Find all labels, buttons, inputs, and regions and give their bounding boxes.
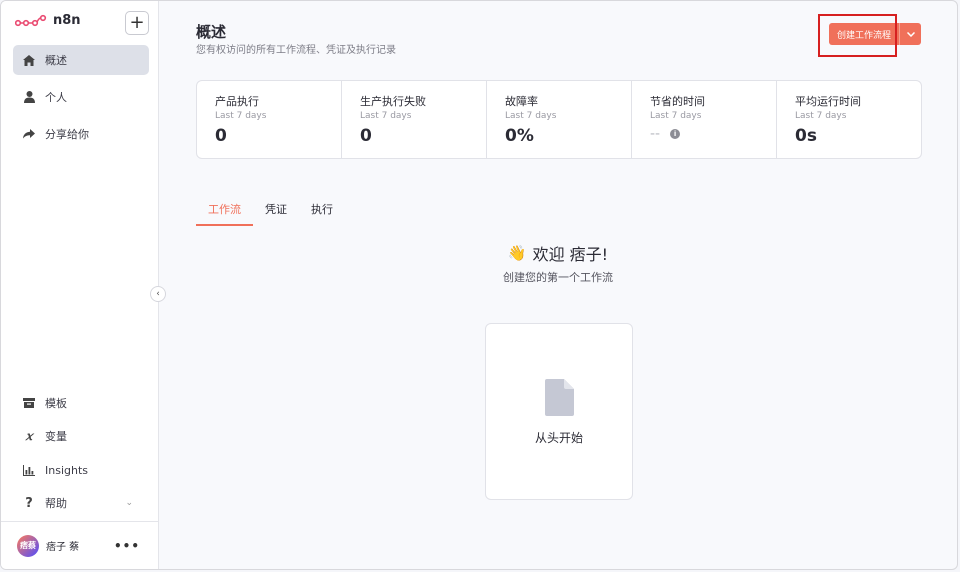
welcome-subtitle: 创建您的第一个工作流 <box>503 271 613 284</box>
create-dropdown-button[interactable] <box>899 23 921 45</box>
app-window: n8n + 概述 个人 分享给你 模板 𝑥 变量 Insights ? 帮助 ⌄… <box>0 0 958 570</box>
sidebar-item-label: 个人 <box>45 91 67 104</box>
user-icon <box>23 91 35 103</box>
app-name: n8n <box>53 13 81 28</box>
sidebar-item-label: 帮助 <box>45 497 67 510</box>
sidebar-item-overview[interactable]: 概述 <box>13 45 149 75</box>
sidebar-item-insights[interactable]: Insights <box>13 456 149 484</box>
stat-value-text: 0s <box>795 126 817 146</box>
sidebar-item-label: 概述 <box>45 54 67 67</box>
stats-panel: 产品执行 Last 7 days 0 生产执行失败 Last 7 days 0 … <box>196 80 922 159</box>
collapse-sidebar-button[interactable]: ‹ <box>150 286 166 302</box>
stat-production-executions[interactable]: 产品执行 Last 7 days 0 <box>197 81 342 158</box>
sidebar-item-label: 分享给你 <box>45 128 89 141</box>
welcome-text: 欢迎 痞子! <box>532 245 609 264</box>
tabs: 工作流 凭证 执行 <box>196 197 345 226</box>
stat-value: 0 <box>215 126 341 146</box>
tab-credentials[interactable]: 凭证 <box>253 197 299 226</box>
stat-period: Last 7 days <box>650 111 702 121</box>
stat-value: -- i <box>650 126 776 142</box>
user-name: 痞子 蔡 <box>46 542 80 553</box>
avatar: 痞蔡 <box>17 534 39 557</box>
sidebar: n8n + 概述 个人 分享给你 模板 𝑥 变量 Insights ? 帮助 ⌄… <box>1 1 159 569</box>
stat-value: 0s <box>795 126 921 146</box>
info-icon[interactable]: i <box>670 129 681 139</box>
card-label: 从头开始 <box>534 431 583 445</box>
sidebar-item-personal[interactable]: 个人 <box>13 82 149 112</box>
highlight-box <box>818 14 897 57</box>
main-content: 概述 您有权访问的所有工作流程、凭证及执行记录 创建工作流程 产品执行 Last… <box>159 1 957 569</box>
stat-average-runtime[interactable]: 平均运行时间 Last 7 days 0s <box>777 81 921 158</box>
add-button[interactable]: + <box>125 11 149 35</box>
start-from-scratch-card[interactable]: 从头开始 <box>485 323 633 500</box>
logo[interactable]: n8n <box>15 13 81 28</box>
user-menu[interactable]: 痞蔡 痞子 蔡 ••• <box>1 521 158 569</box>
sidebar-item-templates[interactable]: 模板 <box>13 389 149 417</box>
page-title: 概述 <box>196 23 227 41</box>
stat-value-text: 0 <box>360 126 372 146</box>
stat-label: 产品执行 <box>215 95 259 108</box>
stat-period: Last 7 days <box>360 111 412 121</box>
sidebar-item-variables[interactable]: 𝑥 变量 <box>13 422 149 450</box>
sidebar-item-label: 变量 <box>45 430 67 443</box>
chart-icon <box>23 464 35 476</box>
waving-hand-icon: 👋 <box>507 244 527 262</box>
stat-value-text: 0% <box>505 126 534 146</box>
stat-value-text: 0 <box>215 126 227 146</box>
home-icon <box>23 54 35 66</box>
chevron-down-icon <box>906 31 915 37</box>
stat-time-saved[interactable]: 节省的时间 Last 7 days -- i <box>632 81 777 158</box>
chevron-down-icon[interactable]: ⌄ <box>125 498 133 508</box>
stat-label: 平均运行时间 <box>795 95 861 108</box>
question-icon: ? <box>25 495 33 511</box>
stat-value: 0% <box>505 126 631 146</box>
stat-failure-rate[interactable]: 故障率 Last 7 days 0% <box>487 81 632 158</box>
tab-workflows[interactable]: 工作流 <box>196 197 253 226</box>
variable-icon: 𝑥 <box>25 429 33 443</box>
sidebar-item-label: 模板 <box>45 397 67 410</box>
box-icon <box>23 397 35 409</box>
more-options-icon[interactable]: ••• <box>114 539 140 553</box>
tab-executions[interactable]: 执行 <box>299 197 345 226</box>
share-icon <box>23 128 35 140</box>
file-icon <box>545 379 574 416</box>
stat-label: 故障率 <box>505 95 538 108</box>
stat-label: 生产执行失败 <box>360 95 426 108</box>
sidebar-item-label: Insights <box>45 463 89 477</box>
stat-value-text: -- <box>650 126 661 142</box>
stat-period: Last 7 days <box>795 111 847 121</box>
sidebar-item-shared[interactable]: 分享给你 <box>13 119 149 149</box>
stat-period: Last 7 days <box>505 111 557 121</box>
welcome-heading: 👋 欢迎 痞子! <box>159 241 957 265</box>
page-subtitle: 您有权访问的所有工作流程、凭证及执行记录 <box>196 45 396 56</box>
sidebar-item-help[interactable]: ? 帮助 ⌄ <box>13 489 149 517</box>
stat-label: 节省的时间 <box>650 95 705 108</box>
stat-failed-executions[interactable]: 生产执行失败 Last 7 days 0 <box>342 81 487 158</box>
stat-value: 0 <box>360 126 486 146</box>
n8n-logo-icon <box>15 14 47 26</box>
stat-period: Last 7 days <box>215 111 267 121</box>
